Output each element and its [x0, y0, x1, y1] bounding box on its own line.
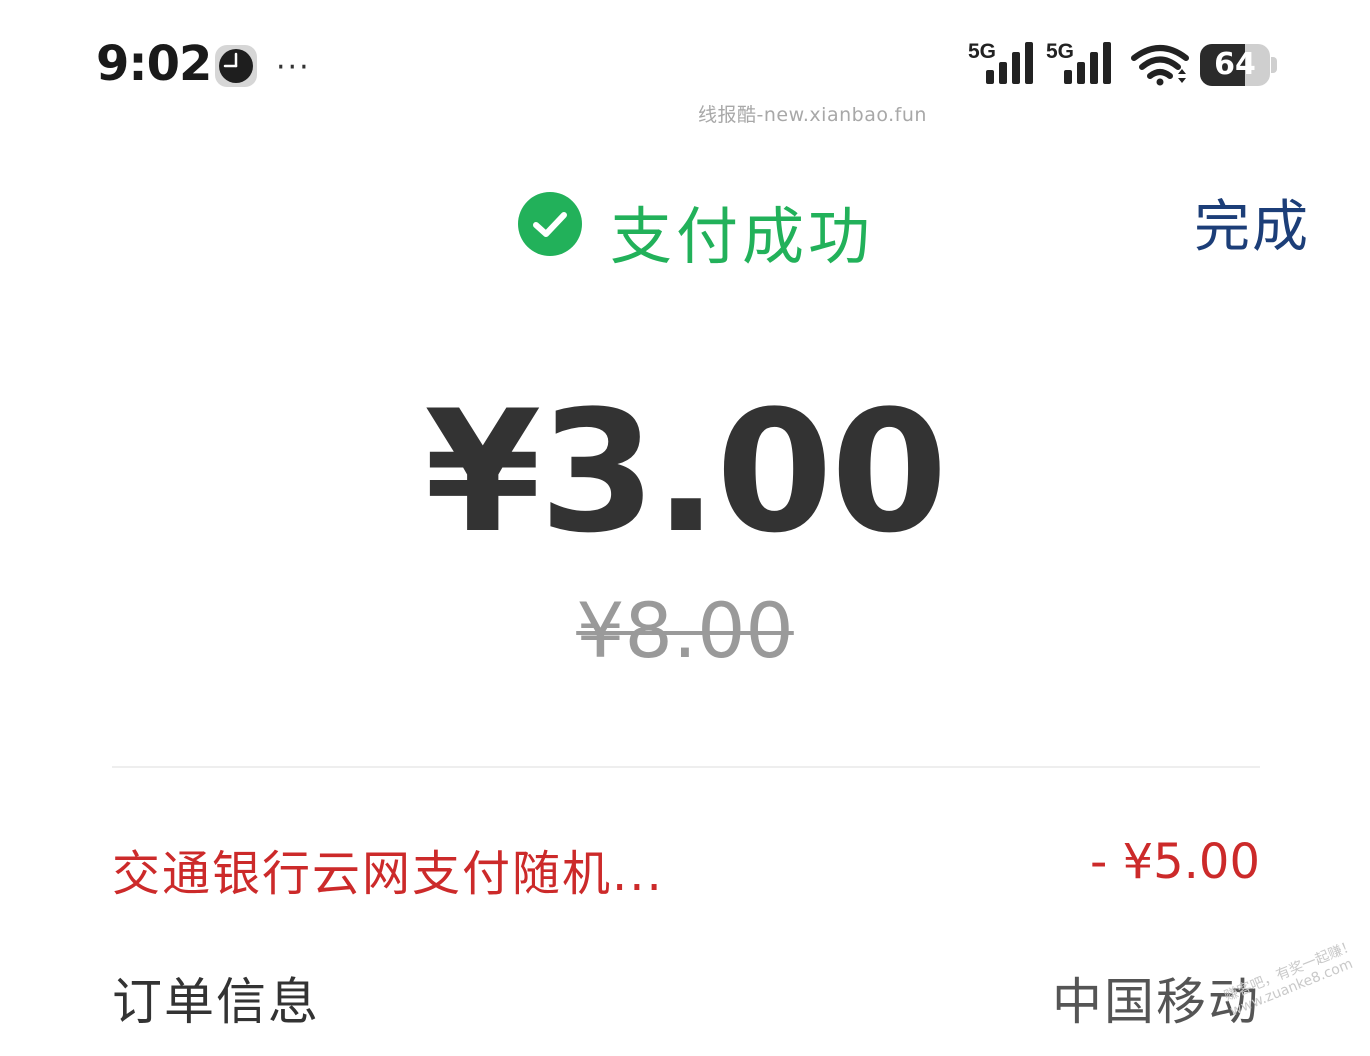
check-circle-icon — [518, 192, 582, 256]
more-dots-icon: ··· — [276, 50, 311, 85]
battery-body: 64 — [1200, 44, 1270, 86]
cellular-signal-icon: 5G — [1046, 40, 1111, 84]
divider — [112, 766, 1260, 768]
battery-cap — [1271, 57, 1277, 73]
wifi-icon — [1131, 45, 1189, 86]
payment-amount: ¥3.00 — [424, 374, 947, 570]
signal-label: 5G — [1046, 40, 1074, 63]
cellular-signal-icon: 5G — [968, 40, 1033, 84]
status-time: 9:02 — [96, 36, 212, 92]
site-watermark: 线报酷-new.xianbao.fun — [698, 104, 927, 126]
discount-label[interactable]: 交通银行云网支付随机... — [112, 834, 664, 904]
battery-level-text: 64 — [1214, 47, 1256, 82]
original-amount: ¥8.00 — [576, 586, 794, 675]
status-bar: 9:02 ··· 5G 5G 64 — [0, 0, 1370, 130]
discount-amount: - ¥5.00 — [1090, 834, 1260, 890]
clock-icon — [215, 45, 257, 87]
signal-label: 5G — [968, 40, 996, 63]
order-info-label: 订单信息 — [112, 973, 320, 1031]
battery-indicator: 64 — [1200, 44, 1278, 86]
done-button[interactable]: 完成 — [1194, 182, 1310, 263]
payment-success-title: 支付成功 — [610, 200, 875, 273]
